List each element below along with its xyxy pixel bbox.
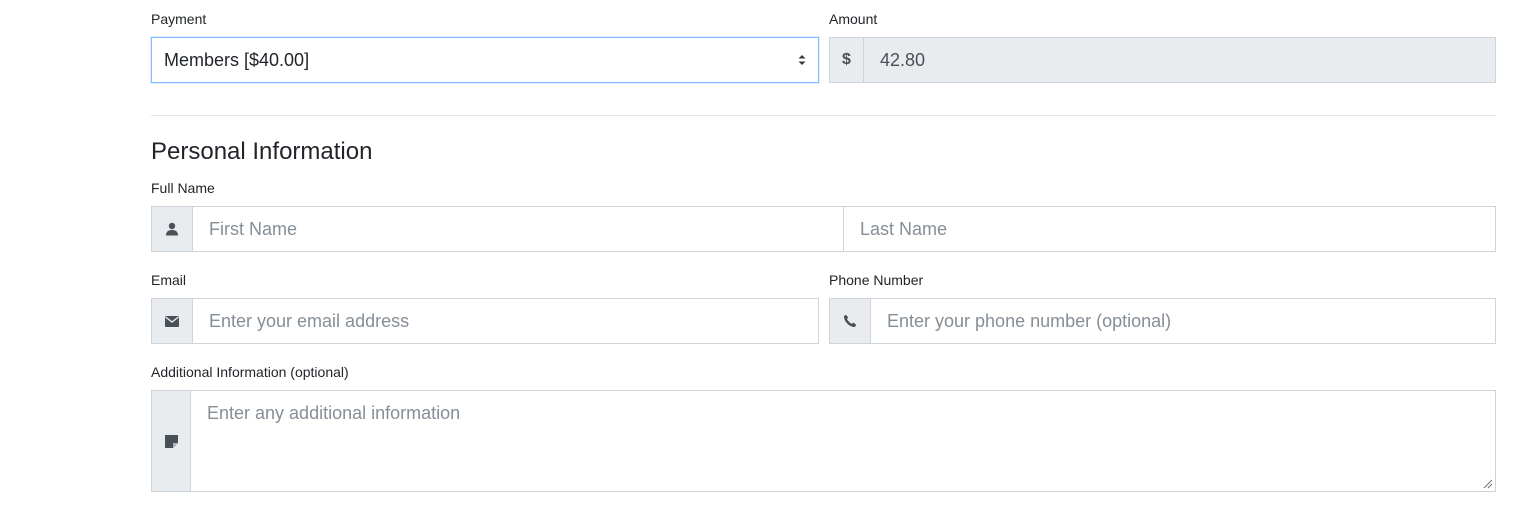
amount-value: 42.80 (864, 38, 1495, 82)
payment-label: Payment (151, 11, 207, 27)
registration-form: Payment Members [$40.00] Amount $ 42.80 … (0, 0, 1534, 515)
currency-addon: $ (830, 38, 864, 82)
additional-info-group: Enter any additional information (151, 390, 1496, 492)
payment-selected-value: Members [$40.00] (164, 49, 310, 70)
select-arrows-icon (798, 55, 806, 65)
email-group: Enter your email address (151, 298, 819, 344)
user-icon (152, 207, 193, 251)
sticky-note-icon (152, 391, 191, 491)
section-divider (151, 115, 1496, 116)
additional-info-label: Additional Information (optional) (151, 364, 349, 380)
email-label: Email (151, 272, 187, 288)
full-name-group: First Name Last Name (151, 206, 1496, 252)
phone-icon (830, 299, 871, 343)
payment-select[interactable]: Members [$40.00] (151, 37, 819, 83)
phone-label: Phone Number (829, 272, 924, 288)
phone-input[interactable]: Enter your phone number (optional) (871, 299, 1495, 343)
amount-label: Amount (829, 11, 878, 27)
first-name-input[interactable]: First Name (193, 207, 844, 251)
phone-group: Enter your phone number (optional) (829, 298, 1496, 344)
full-name-label: Full Name (151, 180, 215, 196)
envelope-icon (152, 299, 193, 343)
section-title: Personal Information (151, 138, 373, 165)
email-input[interactable]: Enter your email address (193, 299, 818, 343)
additional-info-textarea[interactable]: Enter any additional information (191, 391, 1495, 491)
resize-grip-icon[interactable] (1483, 479, 1493, 489)
last-name-input[interactable]: Last Name (844, 207, 1495, 251)
amount-field: $ 42.80 (829, 37, 1496, 83)
